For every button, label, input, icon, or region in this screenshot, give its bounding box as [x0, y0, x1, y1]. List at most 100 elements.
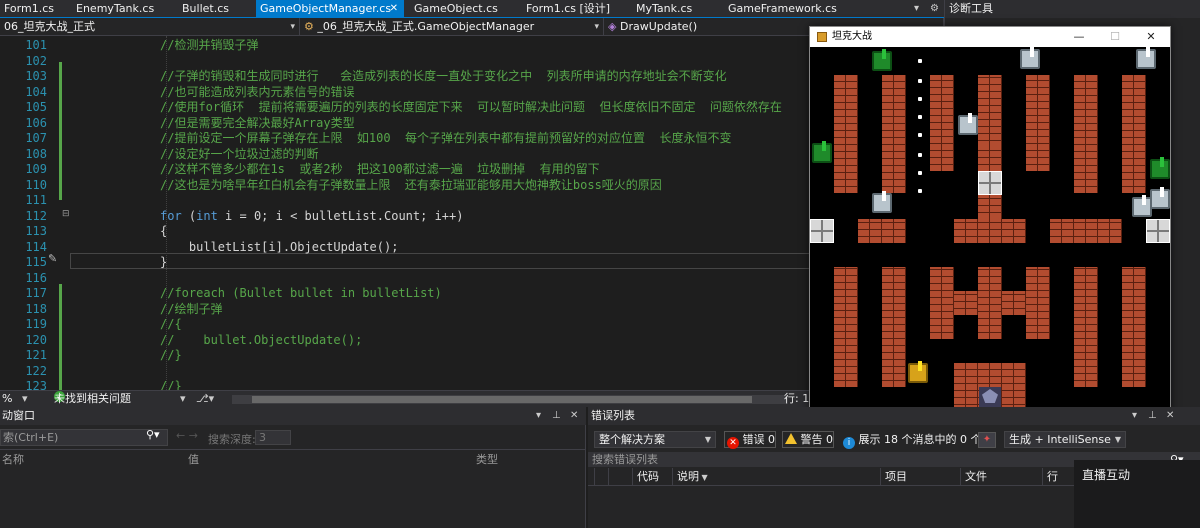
- live-interaction-label: 直播互动: [1082, 468, 1131, 482]
- code-line: //但是需要完全解决最好Array类型: [160, 116, 355, 132]
- close-button[interactable]: ✕: [1136, 27, 1166, 47]
- enemy-tank-green-icon: [812, 143, 832, 163]
- messages-filter-button[interactable]: i 展示 18 个消息中的 0 个: [840, 431, 981, 449]
- error-list-header[interactable]: 错误列表 ▾ ⊥ ✕: [588, 407, 1200, 425]
- horizontal-scrollbar[interactable]: [232, 395, 788, 404]
- code-line: //也可能造成列表内元素信号的错误: [160, 85, 354, 101]
- scope-dropdown[interactable]: 整个解决方案 ▼: [594, 431, 716, 448]
- brick-wall: [1026, 75, 1050, 171]
- tab-form1-cs[interactable]: Form1.cs: [0, 0, 64, 18]
- line-number: 103: [25, 69, 47, 83]
- class-name: _06_坦克大战_正式.GameObjectManager: [317, 20, 535, 33]
- column-header-code[interactable]: 代码: [632, 468, 672, 486]
- zoom-level[interactable]: %: [2, 391, 12, 407]
- filter-icon[interactable]: ✦: [978, 432, 996, 448]
- chevron-down-icon[interactable]: ▾: [536, 407, 541, 425]
- line-number: 118: [25, 301, 47, 316]
- chevron-down-icon[interactable]: ▾: [180, 391, 186, 407]
- game-titlebar[interactable]: 坦克大战 — ☐ ✕: [810, 27, 1170, 47]
- search-nav-arrows-icon[interactable]: ← →: [176, 429, 198, 442]
- scrollbar-thumb[interactable]: [252, 396, 752, 403]
- steel-wall: [978, 171, 1002, 195]
- zoom-dropdown-icon[interactable]: ▾: [22, 391, 28, 407]
- autos-panel: 动窗口 ▾ ⊥ ✕ 索(Ctrl+E) ⚲▾ ← → 搜索深度: 3 名称 值 …: [0, 407, 586, 528]
- enemy-tank-silver-icon: [1136, 49, 1156, 69]
- line-number: 106: [25, 115, 47, 130]
- line-number: 102: [25, 53, 47, 68]
- build-filter-value: 生成 + IntelliSense: [1009, 433, 1111, 446]
- search-depth-select[interactable]: 3: [255, 430, 291, 445]
- tab-bullet-cs[interactable]: Bullet.cs: [178, 0, 252, 18]
- line-number: 123: [25, 379, 47, 390]
- search-icon[interactable]: ⚲▾: [146, 428, 160, 441]
- divider: [0, 449, 586, 450]
- chevron-down-icon[interactable]: ▾: [1132, 407, 1137, 425]
- tab-enemytank-cs[interactable]: EnemyTank.cs: [72, 0, 170, 18]
- diagnostics-tools-title[interactable]: 诊断工具: [944, 0, 1200, 18]
- line-number: 122: [25, 363, 47, 378]
- warning-icon: [785, 433, 797, 444]
- tab-dropdown-icon[interactable]: ▾: [914, 0, 919, 18]
- code-line: //这也是为啥早年红白机会有子弹数量上限 还有泰拉瑞亚能够用大炮神教让boss哑…: [160, 178, 662, 194]
- maximize-button[interactable]: ☐: [1100, 27, 1130, 47]
- code-token: // bullet.ObjectUpdate();: [160, 332, 363, 347]
- column-header-severity[interactable]: [608, 468, 632, 486]
- git-branch-icon[interactable]: ⎇▾: [196, 391, 214, 407]
- errors-count: 错误 0: [742, 433, 776, 446]
- column-header-line[interactable]: 行: [1042, 468, 1072, 486]
- chevron-down-icon: ▼: [1114, 435, 1121, 444]
- column-header-project[interactable]: 项目: [880, 468, 960, 486]
- error-list-toolbar: 整个解决方案 ▼ ✕ 错误 0 警告 0 i 展示 18 个消息中的 0 个 ✦ …: [588, 429, 1200, 449]
- column-header-name[interactable]: 名称: [2, 451, 24, 467]
- tab-gameobject-cs[interactable]: GameObject.cs: [410, 0, 510, 18]
- tab-gameframework-cs[interactable]: GameFramework.cs: [724, 0, 854, 18]
- pin-icon[interactable]: ⊥: [552, 407, 561, 425]
- minimize-button[interactable]: —: [1064, 27, 1094, 47]
- project-dropdown[interactable]: 06_坦克大战_正式 ▾: [0, 18, 300, 36]
- game-canvas[interactable]: [810, 47, 1170, 411]
- warnings-filter-button[interactable]: 警告 0: [782, 431, 834, 448]
- search-depth-label: 搜索深度:: [208, 433, 256, 446]
- tank-game-window[interactable]: 坦克大战 — ☐ ✕: [809, 26, 1171, 412]
- live-interaction-panel[interactable]: 直播互动: [1074, 460, 1200, 528]
- autos-search-placeholder: 索(Ctrl+E): [3, 431, 59, 444]
- close-tab-icon[interactable]: ✕: [390, 0, 398, 18]
- tab-gameobjectmanager-cs[interactable]: GameObjectManager.cs ✕: [256, 0, 404, 18]
- class-dropdown[interactable]: ⚙ _06_坦克大战_正式.GameObjectManager ▾: [300, 18, 604, 36]
- code-line: // bullet.ObjectUpdate();: [160, 333, 362, 349]
- chevron-down-icon: ▾: [290, 22, 295, 32]
- pin-icon[interactable]: ⊥: [1148, 407, 1157, 425]
- close-icon[interactable]: ✕: [1166, 407, 1174, 425]
- close-icon[interactable]: ✕: [570, 407, 578, 425]
- collapse-icon[interactable]: ⊟: [62, 209, 70, 219]
- brick-wall: [978, 147, 1002, 171]
- bullet: [918, 115, 922, 119]
- line-number: 120: [25, 332, 47, 347]
- column-header-icon[interactable]: [594, 468, 608, 486]
- line-number: 121: [25, 348, 47, 362]
- column-header-value[interactable]: 值: [188, 451, 199, 467]
- line-number: 107: [25, 131, 47, 145]
- settings-icon[interactable]: ⚙: [930, 0, 939, 18]
- method-name: DrawUpdate(): [619, 20, 698, 33]
- column-header-type[interactable]: 类型: [476, 451, 498, 467]
- build-filter-dropdown[interactable]: 生成 + IntelliSense ▼: [1004, 431, 1126, 448]
- code-token: //{: [160, 317, 182, 331]
- autos-search-input[interactable]: 索(Ctrl+E): [0, 429, 168, 446]
- bullet: [918, 59, 922, 63]
- line-number: 111: [25, 193, 47, 207]
- code-token: (: [181, 208, 197, 223]
- code-editor[interactable]: 101 102 103 104 105 106 107 108 109 110 111 112 113 1…: [0, 36, 944, 390]
- column-header-description[interactable]: 说明 ▼: [672, 468, 880, 486]
- errors-filter-button[interactable]: ✕ 错误 0: [724, 431, 776, 449]
- tab-mytank-cs[interactable]: MyTank.cs: [632, 0, 718, 18]
- navigation-bar: 06_坦克大战_正式 ▾ ⚙ _06_坦克大战_正式.GameObjectMana…: [0, 18, 944, 36]
- code-line: //提前设定一个屏幕子弹存在上限 如100 每个子弹在列表中都有提前预留好的对应…: [160, 131, 731, 147]
- tab-form1-designer[interactable]: Form1.cs [设计]: [522, 0, 634, 18]
- brick-wall: [1074, 267, 1098, 387]
- autos-panel-header[interactable]: 动窗口 ▾ ⊥ ✕: [0, 407, 586, 425]
- code-line: //foreach (Bullet bullet in bulletList): [160, 286, 442, 302]
- code-line: //使用for循环 提前将需要遍历的列表的长度固定下来 可以暂时解决此问题 但长…: [160, 100, 782, 116]
- column-header-file[interactable]: 文件: [960, 468, 1042, 486]
- issues-text: 未找到相关问题: [54, 392, 131, 405]
